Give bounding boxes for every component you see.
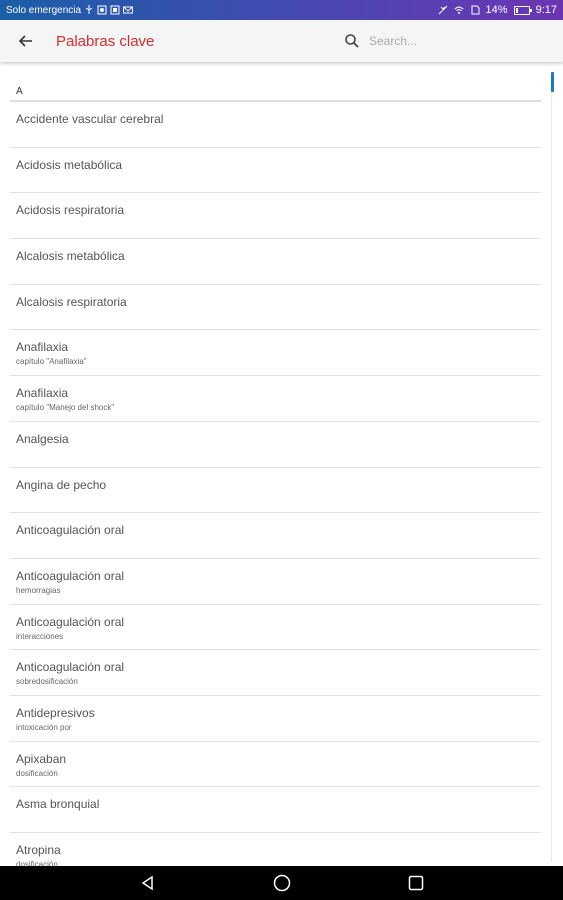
navigation-bar xyxy=(0,866,563,900)
item-title: Anticoagulación oral xyxy=(16,660,125,675)
app-bar: Palabras clave xyxy=(0,20,563,62)
notification-icon xyxy=(97,5,107,15)
item-title: Alcalosis metabólica xyxy=(16,249,125,264)
item-title: Anticoagulación oral xyxy=(16,568,125,583)
item-title: Apixaban xyxy=(16,751,67,766)
keyword-list: Accidente vascular cerebral Acidosis meta… xyxy=(0,102,563,866)
keyword-list-area[interactable]: A Accidente vascular cerebral Acidosis me… xyxy=(0,66,563,866)
status-left: Solo emergencia xyxy=(6,4,134,16)
page-title: Palabras clave xyxy=(56,32,155,50)
item-subtitle: capítulo "Manejo del shock" xyxy=(16,403,115,413)
list-item[interactable]: Analgesia xyxy=(0,422,563,468)
do-not-disturb-icon xyxy=(438,5,447,15)
list-item[interactable]: Alcalosis metabólica xyxy=(0,239,563,285)
item-subtitle: interacciones xyxy=(16,631,64,641)
item-title: Atropina xyxy=(16,843,61,857)
back-button[interactable] xyxy=(6,20,46,62)
wifi-icon xyxy=(454,6,464,14)
status-right: 14% 9:17 xyxy=(438,4,557,16)
sim-icon xyxy=(471,5,480,15)
triangle-back-icon xyxy=(141,875,153,891)
list-item[interactable]: Anticoagulación oral xyxy=(0,513,563,559)
clock: 9:17 xyxy=(535,4,557,16)
search-box[interactable] xyxy=(341,26,553,56)
item-subtitle: dosificación xyxy=(16,860,58,866)
item-subtitle: intoxicación por xyxy=(16,722,72,732)
status-bar: Solo emergencia 14% 9:17 xyxy=(0,0,563,20)
square-recents-icon xyxy=(408,875,423,891)
section-header: A xyxy=(0,66,563,102)
arrow-left-icon xyxy=(18,35,32,47)
item-title: Acidosis respiratoria xyxy=(16,203,125,218)
item-title: Acidosis metabólica xyxy=(16,157,123,172)
item-title: Antidepresivos xyxy=(16,705,95,720)
list-item[interactable]: Accidente vascular cerebral xyxy=(0,102,563,148)
list-item[interactable]: Anticoagulación oral hemorragias xyxy=(0,559,563,605)
list-item[interactable]: Anticoagulación oral interacciones xyxy=(0,605,563,651)
list-item[interactable]: Apixaban dosificación xyxy=(0,742,563,788)
list-item[interactable]: Asma bronquial xyxy=(0,787,563,833)
nav-recents-button[interactable] xyxy=(404,871,428,895)
item-subtitle: sobredosificación xyxy=(16,677,78,687)
item-title: Anticoagulación oral xyxy=(16,614,125,629)
battery-icon xyxy=(513,5,532,15)
item-subtitle: dosificación xyxy=(16,768,58,778)
gallery-icon xyxy=(110,5,120,15)
list-item[interactable]: Alcalosis respiratoria xyxy=(0,285,563,331)
nav-back-button[interactable] xyxy=(136,871,160,895)
item-subtitle: hemorragias xyxy=(16,585,61,595)
item-title: Analgesia xyxy=(16,431,69,446)
list-item[interactable]: Antidepresivos intoxicación por xyxy=(0,696,563,742)
item-title: Angina de pecho xyxy=(16,477,107,492)
mail-icon xyxy=(123,6,134,14)
list-item[interactable]: Acidosis metabólica xyxy=(0,148,563,194)
item-title: Alcalosis respiratoria xyxy=(16,294,127,309)
item-title: Anticoagulación oral xyxy=(16,523,125,538)
item-title: Anafilaxia xyxy=(16,340,69,355)
list-item[interactable]: Anticoagulación oral sobredosificación xyxy=(0,650,563,696)
nav-home-button[interactable] xyxy=(270,871,294,895)
list-item[interactable]: Acidosis respiratoria xyxy=(0,193,563,239)
item-title: Accidente vascular cerebral xyxy=(16,112,164,126)
list-item[interactable]: Atropina dosificación xyxy=(0,833,563,866)
list-item[interactable]: Anafilaxia capítulo "Anafilaxia" xyxy=(0,330,563,376)
search-input[interactable] xyxy=(369,34,539,48)
item-title: Anafilaxia xyxy=(16,386,69,401)
circle-home-icon xyxy=(273,874,290,892)
list-item[interactable]: Angina de pecho xyxy=(0,468,563,514)
item-subtitle: capítulo "Anafilaxia" xyxy=(16,357,87,367)
list-item[interactable]: Anafilaxia capítulo "Manejo del shock" xyxy=(0,376,563,422)
scroll-track[interactable] xyxy=(551,72,552,862)
battery-fill xyxy=(515,7,518,13)
scrollbar-thumb[interactable] xyxy=(551,72,554,92)
item-title: Asma bronquial xyxy=(16,797,100,812)
carrier-label: Solo emergencia xyxy=(6,4,82,16)
usb-icon xyxy=(85,5,93,14)
battery-percent: 14% xyxy=(485,4,508,16)
search-icon[interactable] xyxy=(341,30,363,52)
